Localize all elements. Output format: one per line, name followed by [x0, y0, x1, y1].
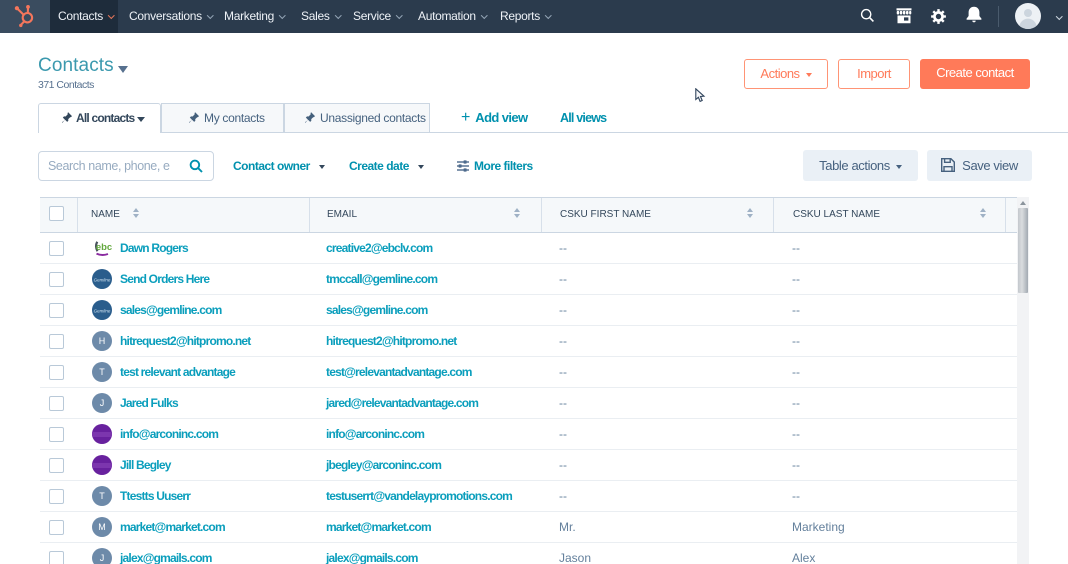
- svg-text:Gemline: Gemline: [94, 278, 111, 283]
- svg-text:Gemline: Gemline: [94, 309, 111, 314]
- svg-text:ebc: ebc: [96, 242, 112, 253]
